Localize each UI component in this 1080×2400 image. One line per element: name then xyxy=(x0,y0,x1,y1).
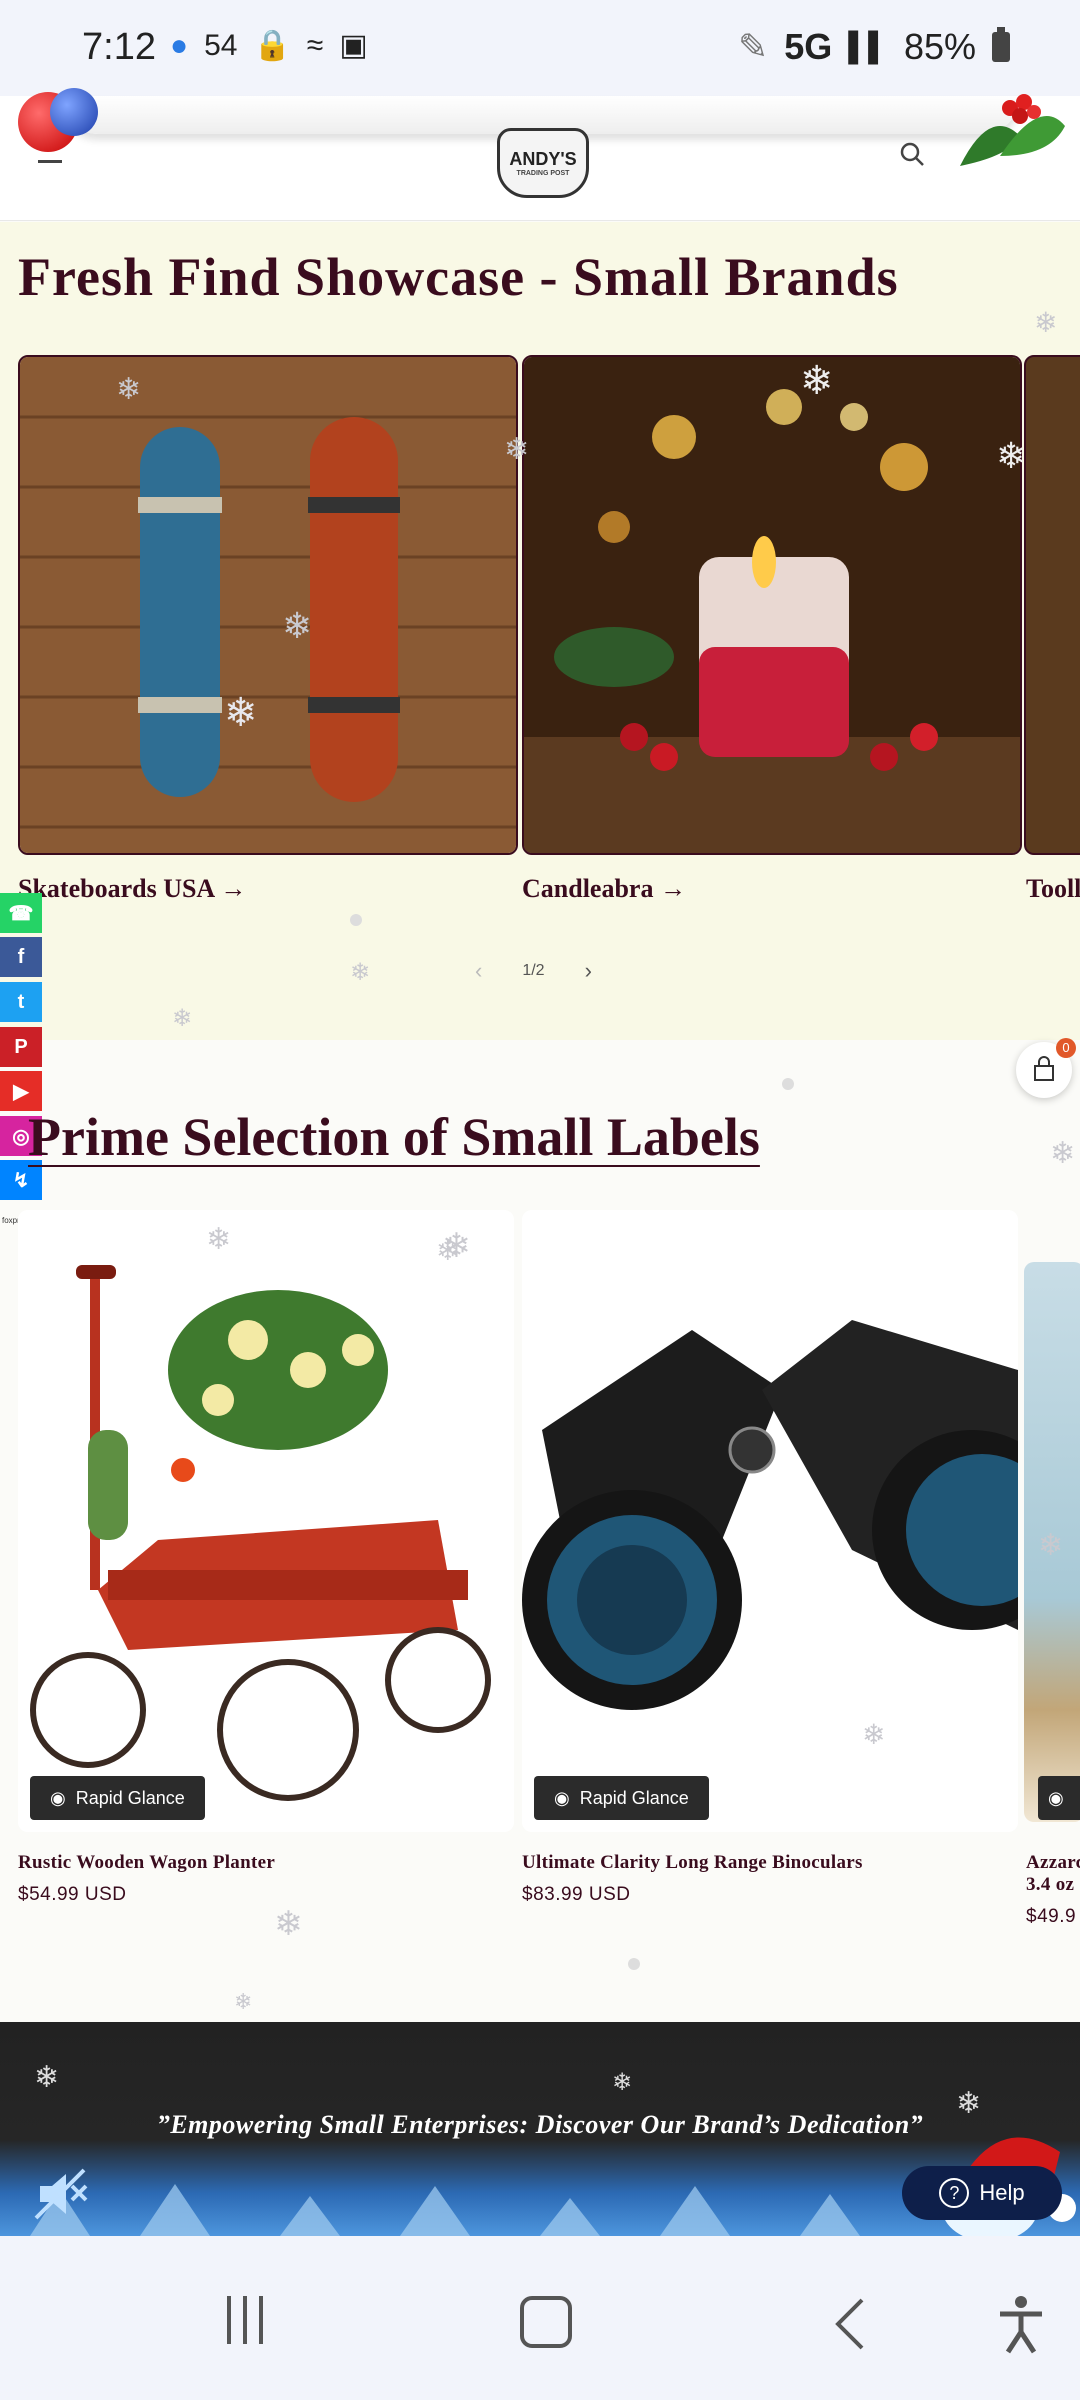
system-nav-bar xyxy=(0,2236,1080,2400)
site-logo[interactable]: ANDY'S TRADING POST xyxy=(497,128,589,198)
product-price: $49.9 xyxy=(1026,1906,1077,1927)
skateboards-image xyxy=(20,357,516,853)
youtube-share-icon[interactable]: ▶ xyxy=(0,1071,42,1111)
status-temp: 54 xyxy=(204,28,238,62)
tools-card-image[interactable] xyxy=(1024,355,1080,855)
gallery-icon: ▣ xyxy=(339,29,368,62)
third-product-image[interactable] xyxy=(1024,1262,1080,1822)
accessibility-icon[interactable] xyxy=(996,2294,1046,2354)
back-button[interactable] xyxy=(830,2296,870,2352)
menu-icon[interactable] xyxy=(38,160,62,163)
snow-dot xyxy=(628,1958,640,1970)
banner-tagline: ”Empowering Small Enterprises: Discover … xyxy=(156,2110,924,2139)
battery-icon xyxy=(992,27,1010,62)
pinterest-share-icon[interactable]: P xyxy=(0,1027,42,1067)
quick-view-button[interactable]: ◉ Rapid Glance xyxy=(534,1776,709,1820)
snowflake-icon: ❄ xyxy=(274,1904,303,1944)
eye-icon: ◉ xyxy=(1048,1787,1064,1808)
wagon-image xyxy=(18,1210,514,1832)
wifi-icon: ≈ xyxy=(306,28,324,62)
app-notification-icon: ● xyxy=(170,28,189,62)
home-button[interactable] xyxy=(520,2296,572,2348)
wagon-planter-image[interactable] xyxy=(18,1210,514,1832)
quick-view-button[interactable]: ◉ xyxy=(1038,1776,1080,1820)
quick-view-button[interactable]: ◉ Rapid Glance xyxy=(30,1776,205,1820)
product-title[interactable]: Ultimate Clarity Long Range Binoculars xyxy=(522,1852,863,1874)
status-left-icons: ● 54 🔒 ≈ ▣ xyxy=(170,28,368,63)
ornament-blue-icon xyxy=(50,88,98,136)
help-button[interactable]: ? Help xyxy=(902,2166,1062,2220)
quick-view-label: Rapid Glance xyxy=(75,1787,185,1808)
card-link-candleabra[interactable]: Candleabra → xyxy=(522,874,686,904)
cart-count-badge: 0 xyxy=(1056,1038,1076,1058)
status-time: 7:12 xyxy=(82,26,156,68)
snow-dot xyxy=(350,914,362,926)
battery-percent: 85% xyxy=(903,26,976,67)
signal-icon: ▌▌ xyxy=(848,31,888,62)
status-right-icons: ✎ 5G ▌▌ 85% xyxy=(738,26,1010,68)
candle-image xyxy=(524,357,1020,853)
binoculars-image-art xyxy=(522,1210,1018,1832)
card-link-skateboards[interactable]: Skateboards USA → xyxy=(18,874,246,904)
card-link-tools[interactable]: Tooll xyxy=(1026,874,1080,904)
network-type: 5G xyxy=(784,26,833,67)
quick-view-label: Rapid Glance xyxy=(579,1787,689,1808)
lock-icon: 🔒 xyxy=(253,29,291,62)
logo-subtext: TRADING POST xyxy=(516,170,570,177)
product-title[interactable]: Azzarc xyxy=(1026,1852,1080,1874)
search-icon[interactable] xyxy=(898,140,926,168)
status-bar: 7:12 ● 54 🔒 ≈ ▣ ✎ 5G ▌▌ 85% xyxy=(0,0,1080,96)
pencil-icon: ✎ xyxy=(738,26,769,67)
pager-next-button[interactable]: › xyxy=(585,958,592,984)
snowflake-icon: ❄ xyxy=(1050,1136,1076,1171)
product-title[interactable]: Rustic Wooden Wagon Planter xyxy=(18,1852,275,1874)
product-subtitle: 3.4 oz xyxy=(1026,1874,1075,1895)
snowflake-icon: ❄ xyxy=(234,1990,253,2015)
holly-icon xyxy=(960,94,1065,166)
mute-icon[interactable] xyxy=(30,2164,90,2224)
pager-prev-button[interactable]: ‹ xyxy=(475,958,482,984)
showcase-pagination: ‹ 1/2 › xyxy=(475,958,592,984)
snow-dot xyxy=(782,1078,794,1090)
product-price: $54.99 USD xyxy=(18,1884,127,1905)
recent-apps-button[interactable] xyxy=(220,2296,270,2346)
skateboards-card-image[interactable] xyxy=(18,355,518,855)
product-price: $83.99 USD xyxy=(522,1884,631,1905)
twitter-share-icon[interactable]: t xyxy=(0,982,42,1022)
pager-text: 1/2 xyxy=(522,962,545,979)
whatsapp-share-icon[interactable]: ☎ xyxy=(0,893,42,933)
facebook-share-icon[interactable]: f xyxy=(0,937,42,977)
logo-text: ANDY'S xyxy=(509,149,577,169)
binoculars-image[interactable] xyxy=(522,1210,1018,1832)
showcase-heading: Fresh Find Showcase - Small Brands xyxy=(18,247,899,307)
candleabra-card-image[interactable] xyxy=(522,355,1022,855)
eye-icon: ◉ xyxy=(50,1787,66,1808)
question-icon: ? xyxy=(939,2178,970,2208)
eye-icon: ◉ xyxy=(554,1787,570,1808)
help-label: Help xyxy=(979,2180,1025,2205)
prime-heading[interactable]: Prime Selection of Small Labels xyxy=(28,1106,760,1168)
